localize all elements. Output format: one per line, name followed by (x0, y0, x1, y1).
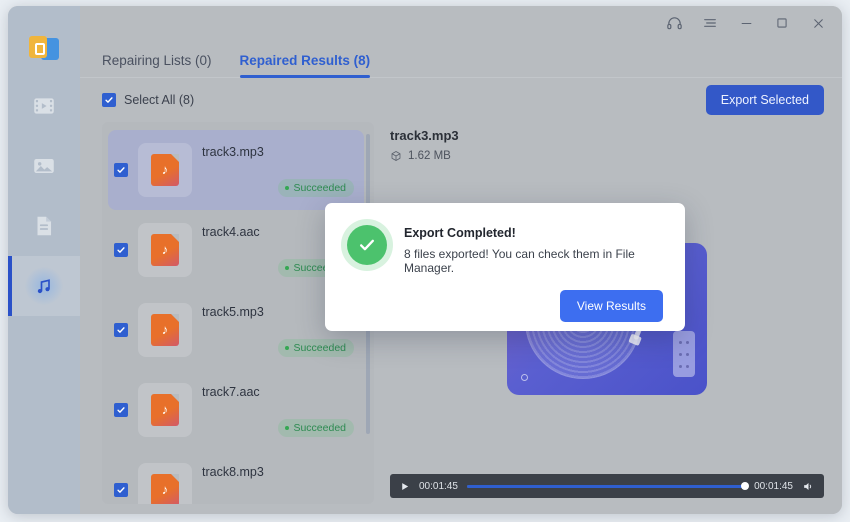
audio-repair-icon (37, 279, 50, 294)
audio-active-glow (25, 267, 63, 305)
logo-yellow-shape (29, 36, 47, 58)
success-check-icon (347, 225, 387, 265)
video-repair-icon (34, 98, 54, 114)
dialog-body: Export Completed! 8 files exported! You … (347, 225, 663, 275)
sidebar-item-photo[interactable] (8, 136, 80, 196)
dialog-title: Export Completed! (404, 226, 516, 240)
sidebar (8, 6, 80, 514)
view-results-button[interactable]: View Results (559, 290, 663, 322)
sidebar-item-logo (8, 20, 80, 76)
photo-repair-icon (34, 158, 54, 174)
sidebar-item-video[interactable] (8, 76, 80, 136)
dialog-message: 8 files exported! You can check them in … (404, 247, 635, 275)
sidebar-item-file[interactable] (8, 196, 80, 256)
modal-overlay: Export Completed! 8 files exported! You … (80, 6, 842, 514)
application-window: Repairing Lists (0) Repaired Results (8)… (8, 6, 842, 514)
dialog-actions: View Results (347, 290, 663, 322)
export-completed-dialog: Export Completed! 8 files exported! You … (325, 203, 685, 331)
main-area: Repairing Lists (0) Repaired Results (8)… (80, 6, 842, 514)
checkmark-icon (360, 239, 374, 251)
app-logo-icon (27, 33, 61, 67)
dialog-text: Export Completed! 8 files exported! You … (404, 225, 663, 275)
file-repair-icon (37, 216, 52, 236)
sidebar-item-audio[interactable] (8, 256, 80, 316)
